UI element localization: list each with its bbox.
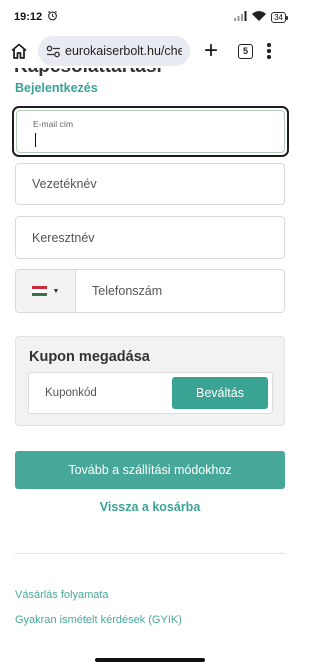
coupon-section: Kupon megadása Kuponkód Beváltás	[15, 336, 285, 426]
email-field-label: E-mail cím	[33, 119, 74, 129]
section-heading-cutoff: Kapcsolattartási adatok	[14, 68, 214, 78]
tab-switcher-button[interactable]: 5	[238, 43, 253, 59]
redeem-coupon-button[interactable]: Beváltás	[172, 377, 268, 409]
status-bar: 19:12 34	[0, 0, 300, 34]
email-field-focus-ring: E-mail cím	[12, 106, 289, 157]
coupon-title: Kupon megadása	[29, 349, 150, 365]
wifi-icon	[252, 10, 267, 24]
phone-field[interactable]: ▼ Telefonszám	[15, 269, 285, 313]
more-menu-icon[interactable]	[267, 43, 271, 59]
country-code-selector[interactable]: ▼	[16, 270, 76, 312]
clock: 19:12	[14, 11, 43, 23]
hungary-flag-icon	[31, 286, 47, 296]
site-settings-icon[interactable]	[46, 45, 61, 58]
login-link[interactable]: Bejelentkezés	[15, 81, 98, 95]
address-bar[interactable]: eurokaiserbolt.hu/che	[38, 36, 190, 66]
phone-placeholder: Telefonszám	[92, 284, 163, 298]
firstname-field[interactable]: Keresztnév	[15, 216, 285, 259]
coupon-placeholder: Kuponkód	[45, 387, 97, 399]
signal-icon	[234, 10, 247, 24]
battery-icon: 34	[271, 11, 288, 23]
back-to-cart-link[interactable]: Vissza a kosárba	[0, 500, 300, 514]
continue-to-shipping-button[interactable]: Tovább a szállítási módokhoz	[15, 451, 285, 489]
gesture-navigation-bar[interactable]	[95, 658, 205, 662]
divider	[15, 553, 285, 554]
email-field[interactable]: E-mail cím	[16, 110, 285, 153]
lastname-field[interactable]: Vezetéknév	[15, 163, 285, 205]
text-cursor	[35, 133, 37, 147]
footer-link-faq[interactable]: Gyakran ismételt kérdések (GYIK)	[15, 614, 182, 626]
footer-link-purchase-process[interactable]: Vásárlás folyamata	[15, 589, 109, 601]
browser-toolbar: eurokaiserbolt.hu/che + 5	[0, 34, 300, 68]
alarm-icon	[47, 10, 58, 24]
firstname-placeholder: Keresztnév	[32, 230, 95, 245]
coupon-code-input[interactable]: Kuponkód Beváltás	[28, 372, 273, 414]
dropdown-arrow-icon: ▼	[52, 287, 60, 295]
url-text: eurokaiserbolt.hu/che	[65, 44, 182, 58]
new-tab-icon[interactable]: +	[200, 39, 222, 63]
lastname-placeholder: Vezetéknév	[32, 177, 97, 191]
home-icon[interactable]	[6, 38, 32, 64]
section-heading: Kapcsolattartási adatok	[14, 68, 214, 78]
